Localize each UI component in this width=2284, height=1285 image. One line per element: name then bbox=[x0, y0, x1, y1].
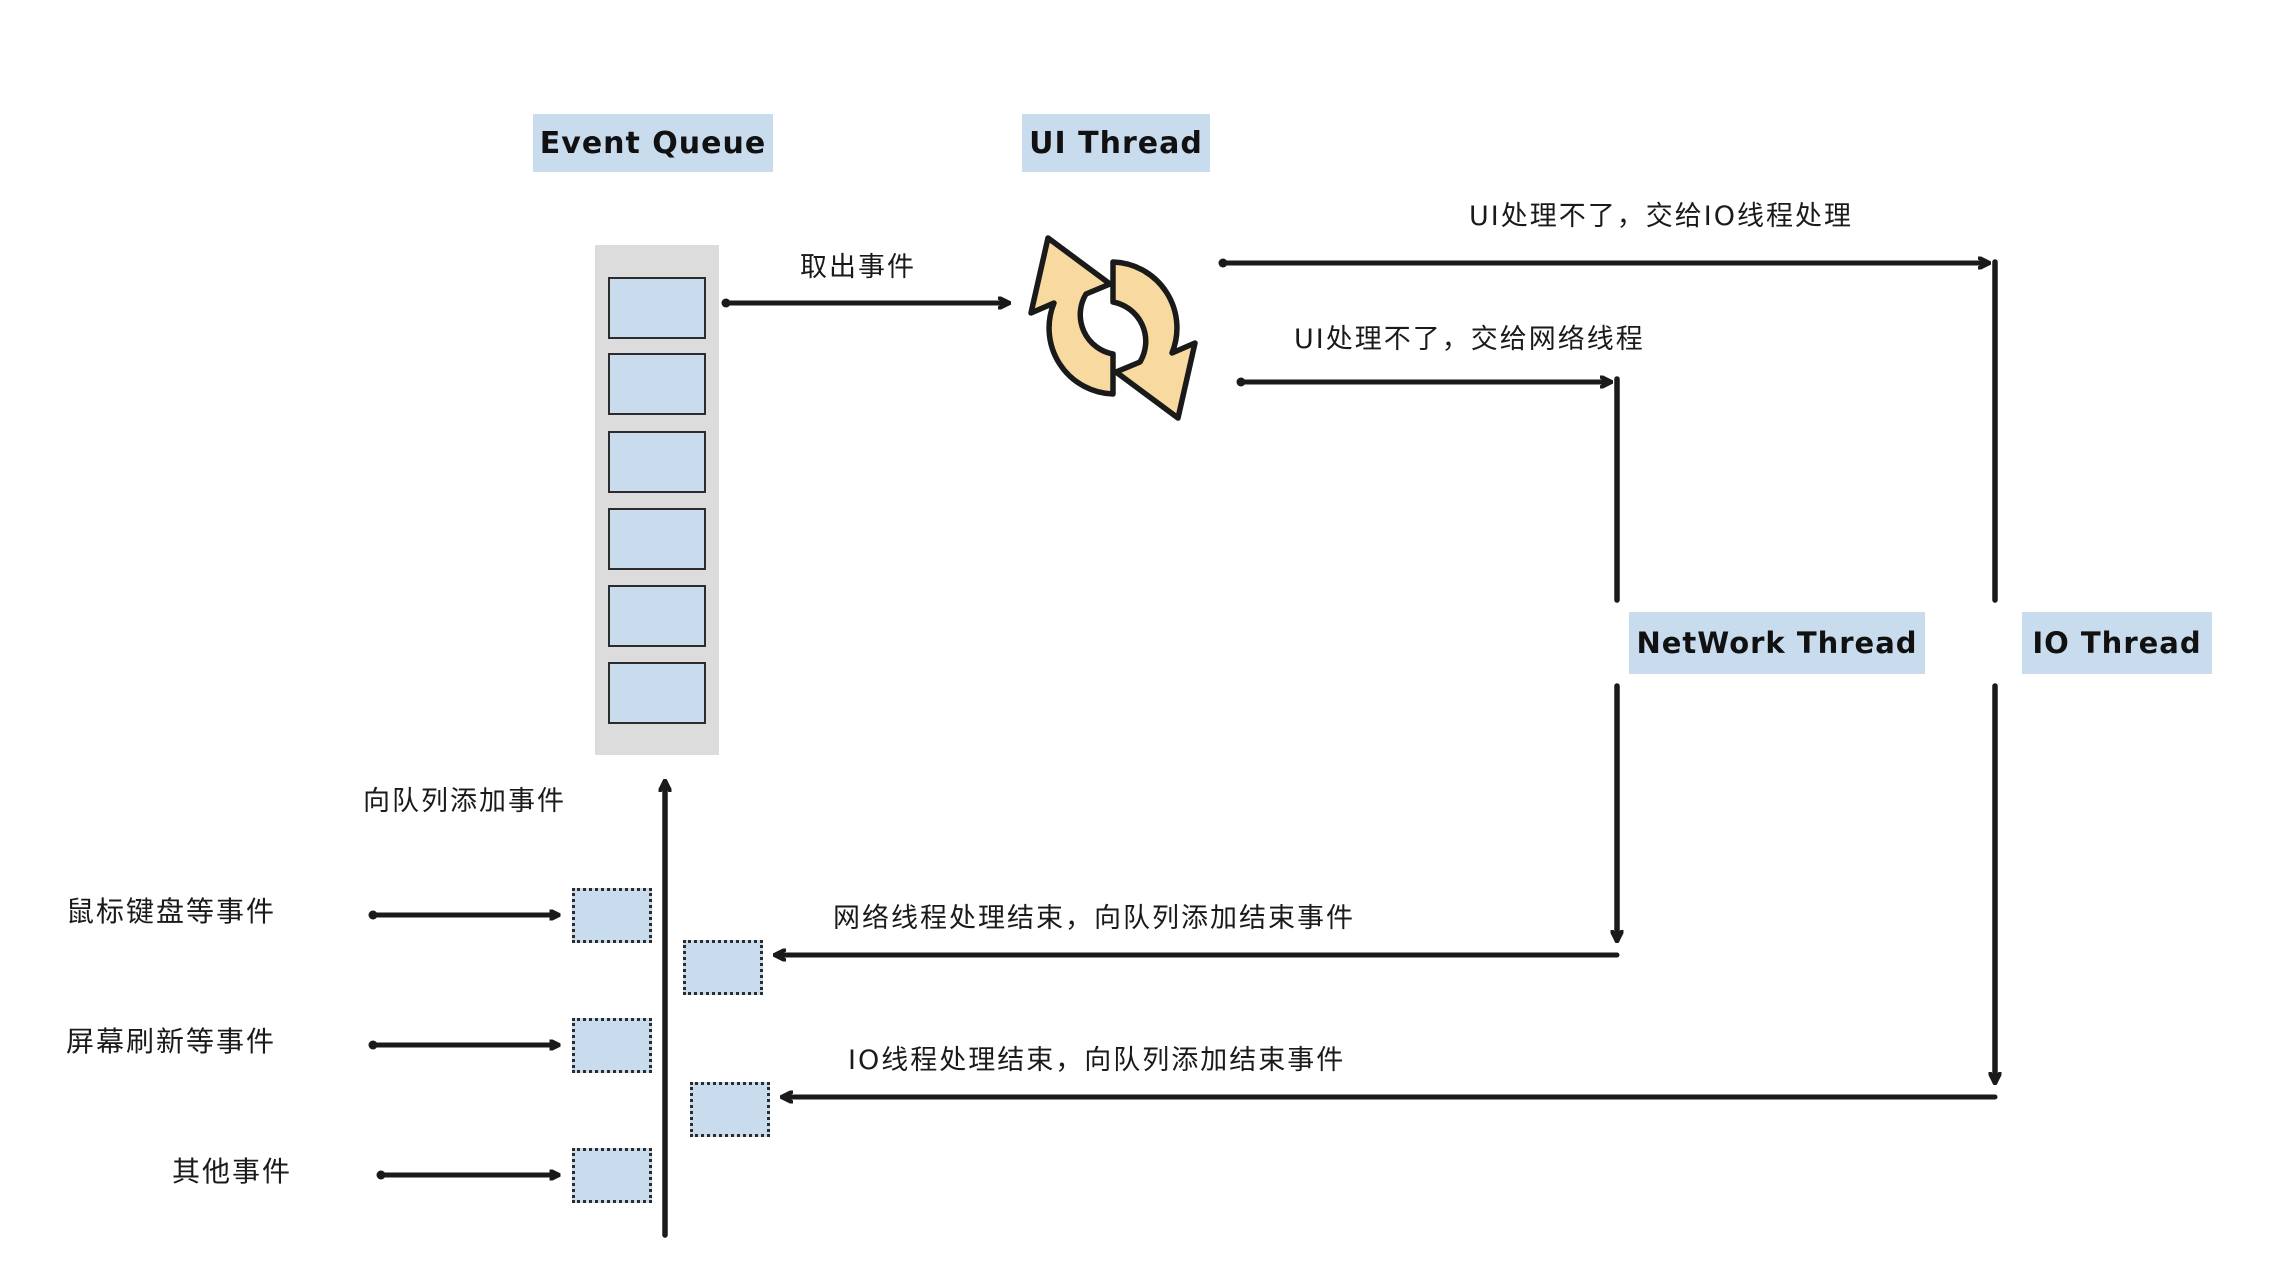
label-to-network-thread: UI处理不了，交给网络线程 bbox=[1294, 324, 1645, 355]
ui-loop-icon-shape bbox=[1028, 235, 1198, 421]
label-io-done: IO线程处理结束，向队列添加结束事件 bbox=[848, 1045, 1346, 1076]
other-event-cell bbox=[572, 1148, 652, 1203]
edge-mouse-keyboard-event bbox=[368, 911, 561, 920]
io-result-cell bbox=[690, 1082, 770, 1137]
event-queue-cell bbox=[608, 277, 706, 339]
network-result-cell bbox=[683, 940, 763, 995]
screen-refresh-event-cell bbox=[572, 1018, 652, 1073]
edge-ui-to-network bbox=[1236, 378, 1611, 387]
event-queue-cell bbox=[608, 508, 706, 570]
header-event-queue-label: Event Queue bbox=[539, 125, 767, 161]
header-network-thread: NetWork Thread bbox=[1629, 612, 1925, 674]
edge-ui-to-io bbox=[1218, 259, 1989, 268]
label-mouse-keyboard-event: 鼠标键盘等事件 bbox=[66, 895, 277, 928]
event-queue-cell bbox=[608, 431, 706, 493]
header-network-thread-label: NetWork Thread bbox=[1636, 626, 1918, 660]
label-take-out-event: 取出事件 bbox=[800, 252, 916, 283]
label-screen-refresh-event: 屏幕刷新等事件 bbox=[66, 1025, 277, 1058]
header-ui-thread: UI Thread bbox=[1022, 114, 1210, 172]
diagram-canvas: Event Queue UI Thread NetWork Thread IO … bbox=[0, 0, 2284, 1285]
header-event-queue: Event Queue bbox=[533, 114, 773, 172]
edge-queue-to-ui bbox=[721, 299, 1009, 308]
header-ui-thread-label: UI Thread bbox=[1029, 125, 1203, 161]
label-to-io-thread: UI处理不了，交给IO线程处理 bbox=[1469, 201, 1853, 232]
diagram-connector-layer bbox=[368, 235, 2284, 1238]
event-queue-cell bbox=[608, 585, 706, 647]
event-queue-cell bbox=[608, 353, 706, 415]
edge-screen-refresh-event bbox=[368, 1041, 561, 1050]
header-io-thread: IO Thread bbox=[2022, 612, 2212, 674]
label-network-done: 网络线程处理结束，向队列添加结束事件 bbox=[833, 903, 1355, 934]
mouse-keyboard-event-cell bbox=[572, 888, 652, 943]
edge-other-event bbox=[376, 1171, 561, 1180]
event-queue-cell bbox=[608, 662, 706, 724]
header-io-thread-label: IO Thread bbox=[2032, 626, 2202, 660]
label-add-event-to-queue: 向队列添加事件 bbox=[363, 786, 566, 817]
label-other-event: 其他事件 bbox=[172, 1155, 293, 1188]
